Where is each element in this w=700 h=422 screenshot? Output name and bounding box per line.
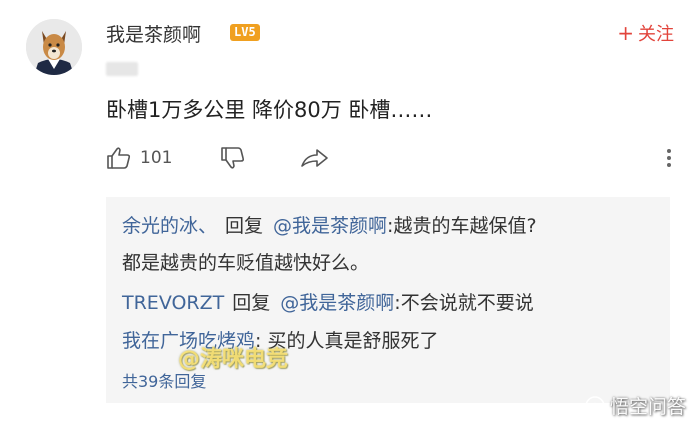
reply-target[interactable]: @我是茶颜啊 bbox=[280, 292, 394, 314]
reply-text: :越贵的车越保值? bbox=[387, 215, 537, 237]
dog-avatar-icon bbox=[26, 19, 82, 75]
reply-author[interactable]: TREVORZT bbox=[122, 292, 224, 314]
watermark-text: @涛咪电竞 bbox=[178, 347, 289, 372]
thumbs-up-icon bbox=[107, 147, 131, 169]
reply-action-label: 回复 bbox=[225, 215, 264, 237]
reply-continuation: 都是越贵的车贬值越快好么。 bbox=[122, 252, 370, 274]
like-count: 101 bbox=[140, 148, 173, 168]
blurred-timestamp bbox=[106, 62, 138, 76]
more-vertical-icon bbox=[667, 149, 671, 167]
plus-icon: + bbox=[617, 21, 634, 45]
wukong-logo-icon bbox=[585, 395, 605, 416]
reply-target[interactable]: @我是茶颜啊 bbox=[273, 215, 387, 237]
follow-button[interactable]: + 关注 bbox=[617, 20, 674, 46]
comment-text: 卧槽1万多公里 降价80万 卧槽…… bbox=[106, 98, 433, 122]
reply-item: 余光的冰、 回复 @我是茶颜啊:越贵的车越保值? bbox=[122, 211, 537, 238]
thumbs-down-icon bbox=[221, 147, 245, 169]
like-button[interactable]: 101 bbox=[106, 146, 172, 170]
more-options-button[interactable] bbox=[666, 148, 672, 172]
level-badge: LV5 bbox=[230, 24, 260, 41]
reply-item: TREVORZT 回复 @我是茶颜啊:不会说就不要说 bbox=[122, 288, 534, 315]
watermark-brand: 悟空问答 bbox=[584, 392, 686, 419]
watermark-brand-label: 悟空问答 bbox=[609, 396, 686, 418]
username[interactable]: 我是茶颜啊 bbox=[106, 20, 201, 47]
reply-action-label: 回复 bbox=[232, 292, 271, 314]
reply-text: :不会说就不要说 bbox=[394, 292, 534, 314]
share-icon bbox=[301, 149, 328, 167]
share-button[interactable] bbox=[300, 146, 330, 170]
dislike-button[interactable] bbox=[220, 146, 246, 170]
follow-label: 关注 bbox=[638, 24, 674, 45]
avatar[interactable] bbox=[26, 19, 82, 75]
reply-author[interactable]: 余光的冰、 bbox=[122, 215, 217, 237]
